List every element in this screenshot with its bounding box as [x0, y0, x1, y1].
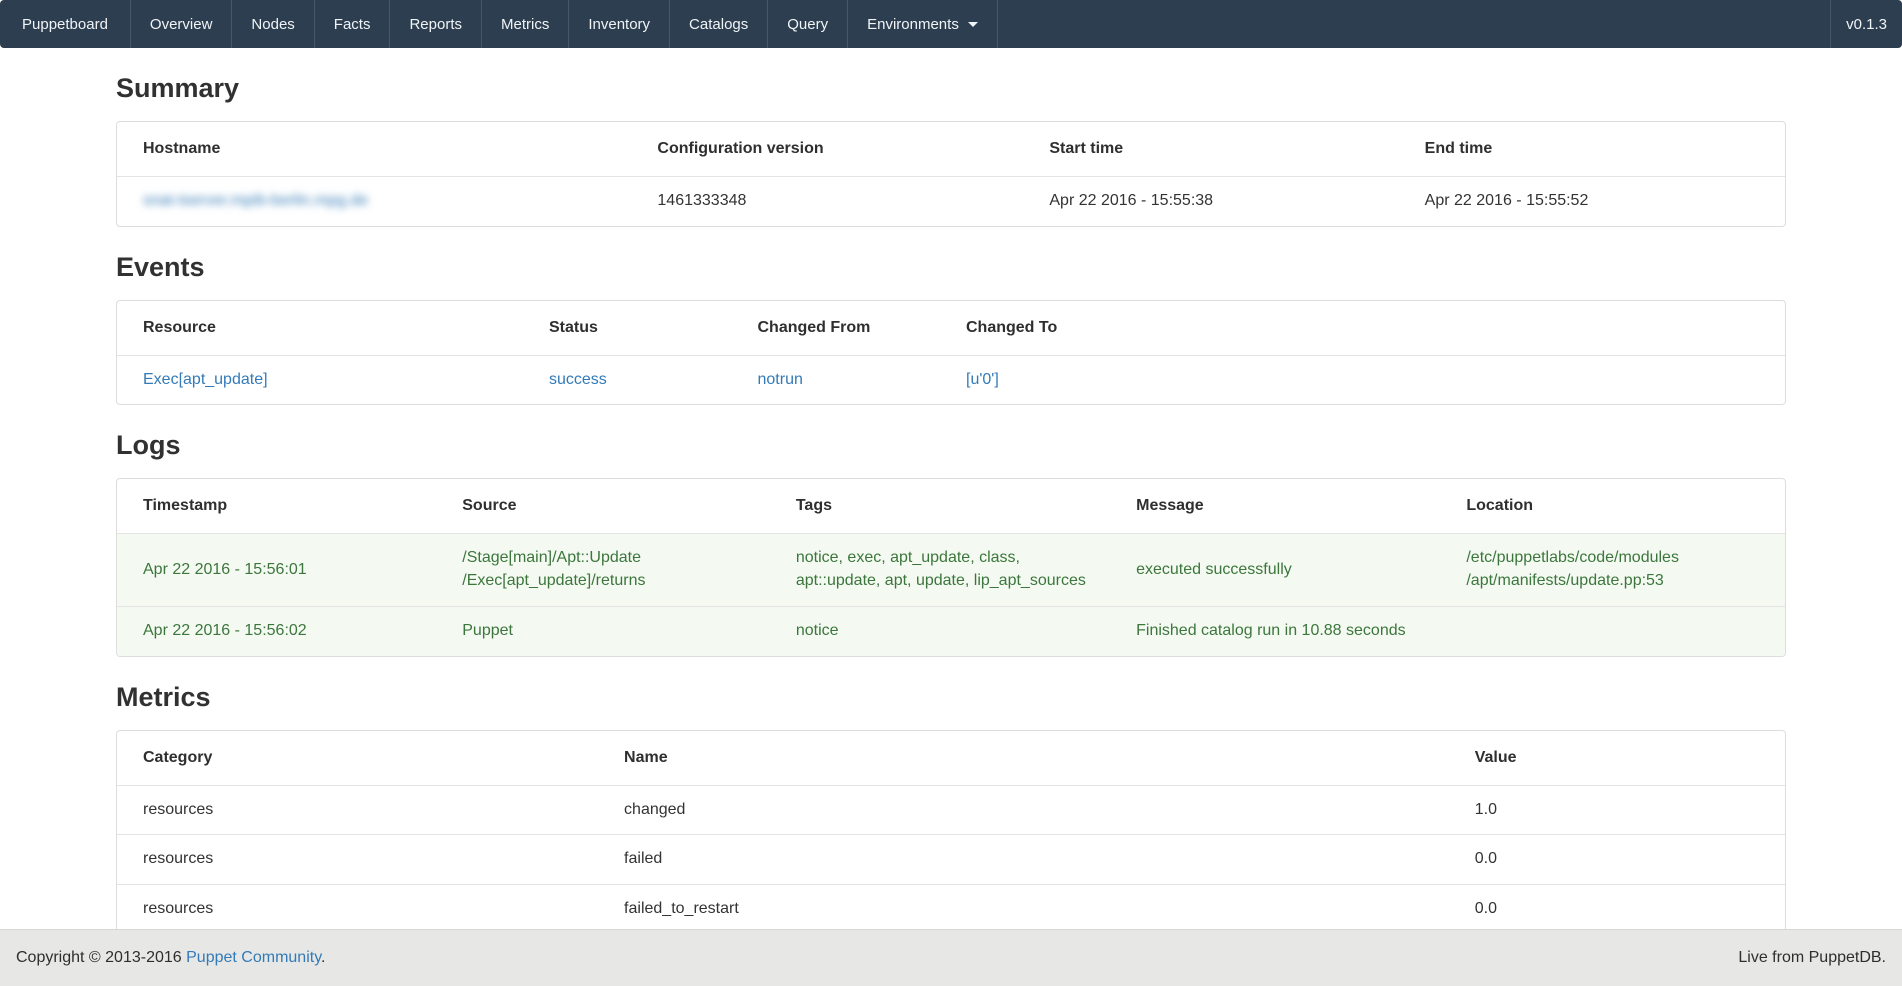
column-header-category: Category: [117, 731, 609, 786]
column-header-hostname: Hostname: [117, 122, 642, 177]
environments-dropdown[interactable]: Environments: [848, 0, 998, 48]
column-header-tags: Tags: [781, 479, 1121, 534]
summary-heading: Summary: [116, 73, 1786, 104]
metric-category: resources: [117, 885, 609, 935]
nav-item-reports[interactable]: Reports: [390, 0, 482, 48]
metrics-heading: Metrics: [116, 682, 1786, 713]
logs-header-row: Timestamp Source Tags Message Location: [117, 479, 1785, 534]
log-source: /Stage[main]/Apt::Update /Exec[apt_updat…: [447, 534, 781, 606]
column-header-start-time: Start time: [1034, 122, 1409, 177]
column-header-config-version: Configuration version: [642, 122, 1034, 177]
summary-panel: Hostname Configuration version Start tim…: [116, 121, 1786, 227]
nav-item-query[interactable]: Query: [768, 0, 848, 48]
copyright-text: Copyright © 2013-2016: [16, 949, 186, 966]
column-header-status: Status: [534, 301, 743, 356]
nav-item-inventory[interactable]: Inventory: [569, 0, 670, 48]
metric-category: resources: [117, 785, 609, 835]
log-row: Apr 22 2016 - 15:56:01 /Stage[main]/Apt:…: [117, 534, 1785, 606]
event-status-link[interactable]: success: [549, 371, 607, 388]
events-header-row: Resource Status Changed From Changed To: [117, 301, 1785, 356]
column-header-name: Name: [609, 731, 1460, 786]
navbar-brand[interactable]: Puppetboard: [0, 0, 131, 48]
metric-value: 0.0: [1460, 885, 1785, 935]
start-time-value: Apr 22 2016 - 15:55:38: [1034, 177, 1409, 226]
log-message: Finished catalog run in 10.88 seconds: [1121, 606, 1451, 655]
event-changed-to-link[interactable]: [u'0']: [966, 371, 999, 388]
nav-item-metrics[interactable]: Metrics: [482, 0, 569, 48]
main-content: Summary Hostname Configuration version S…: [116, 73, 1786, 971]
nav-item-nodes[interactable]: Nodes: [232, 0, 314, 48]
event-changed-from-link[interactable]: notrun: [758, 371, 803, 388]
log-row: Apr 22 2016 - 15:56:02 Puppet notice Fin…: [117, 606, 1785, 655]
events-table: Resource Status Changed From Changed To …: [117, 301, 1785, 405]
nav-item-overview[interactable]: Overview: [131, 0, 233, 48]
metric-name: failed_to_restart: [609, 885, 1460, 935]
nav-item-catalogs[interactable]: Catalogs: [670, 0, 768, 48]
metric-row: resources failed_to_restart 0.0: [117, 885, 1785, 935]
top-navbar: Puppetboard Overview Nodes Facts Reports…: [0, 0, 1902, 48]
metric-row: resources failed 0.0: [117, 835, 1785, 885]
puppet-community-link[interactable]: Puppet Community: [186, 949, 321, 966]
footer-puppetdb-status: Live from PuppetDB.: [1738, 949, 1886, 967]
event-row: Exec[apt_update] success notrun [u'0']: [117, 355, 1785, 404]
metrics-header-row: Category Name Value: [117, 731, 1785, 786]
summary-table: Hostname Configuration version Start tim…: [117, 122, 1785, 226]
column-header-message: Message: [1121, 479, 1451, 534]
log-location: [1451, 606, 1785, 655]
navbar-spacer: [998, 0, 1830, 48]
log-message: executed successfully: [1121, 534, 1451, 606]
log-source: Puppet: [447, 606, 781, 655]
column-header-changed-to: Changed To: [951, 301, 1785, 356]
metric-row: resources changed 1.0: [117, 785, 1785, 835]
column-header-changed-from: Changed From: [743, 301, 952, 356]
metric-value: 1.0: [1460, 785, 1785, 835]
metric-category: resources: [117, 835, 609, 885]
nav-item-facts[interactable]: Facts: [315, 0, 391, 48]
events-heading: Events: [116, 252, 1786, 283]
metric-name: changed: [609, 785, 1460, 835]
version-badge: v0.1.3: [1830, 0, 1902, 48]
end-time-value: Apr 22 2016 - 15:55:52: [1410, 177, 1785, 226]
log-tags: notice, exec, apt_update, class, apt::up…: [781, 534, 1121, 606]
column-header-end-time: End time: [1410, 122, 1785, 177]
config-version-value: 1461333348: [642, 177, 1034, 226]
caret-down-icon: [968, 22, 978, 27]
column-header-location: Location: [1451, 479, 1785, 534]
logs-table: Timestamp Source Tags Message Location A…: [117, 479, 1785, 655]
hostname-link[interactable]: snat-tserver.mpib-berlin.mpg.de: [143, 192, 368, 209]
events-panel: Resource Status Changed From Changed To …: [116, 300, 1786, 406]
environments-dropdown-label: Environments: [867, 16, 959, 33]
log-tags: notice: [781, 606, 1121, 655]
log-timestamp: Apr 22 2016 - 15:56:02: [117, 606, 447, 655]
logs-heading: Logs: [116, 430, 1786, 461]
summary-header-row: Hostname Configuration version Start tim…: [117, 122, 1785, 177]
column-header-value: Value: [1460, 731, 1785, 786]
metric-value: 0.0: [1460, 835, 1785, 885]
log-timestamp: Apr 22 2016 - 15:56:01: [117, 534, 447, 606]
column-header-timestamp: Timestamp: [117, 479, 447, 534]
logs-panel: Timestamp Source Tags Message Location A…: [116, 478, 1786, 656]
copyright-period: .: [321, 949, 325, 966]
page-footer: Copyright © 2013-2016 Puppet Community. …: [0, 929, 1902, 986]
log-location: /etc/puppetlabs/code/modules /apt/manife…: [1451, 534, 1785, 606]
summary-row: snat-tserver.mpib-berlin.mpg.de 14613333…: [117, 177, 1785, 226]
column-header-resource: Resource: [117, 301, 534, 356]
event-resource-link[interactable]: Exec[apt_update]: [143, 371, 268, 388]
column-header-source: Source: [447, 479, 781, 534]
metric-name: failed: [609, 835, 1460, 885]
footer-copyright: Copyright © 2013-2016 Puppet Community.: [16, 949, 325, 967]
